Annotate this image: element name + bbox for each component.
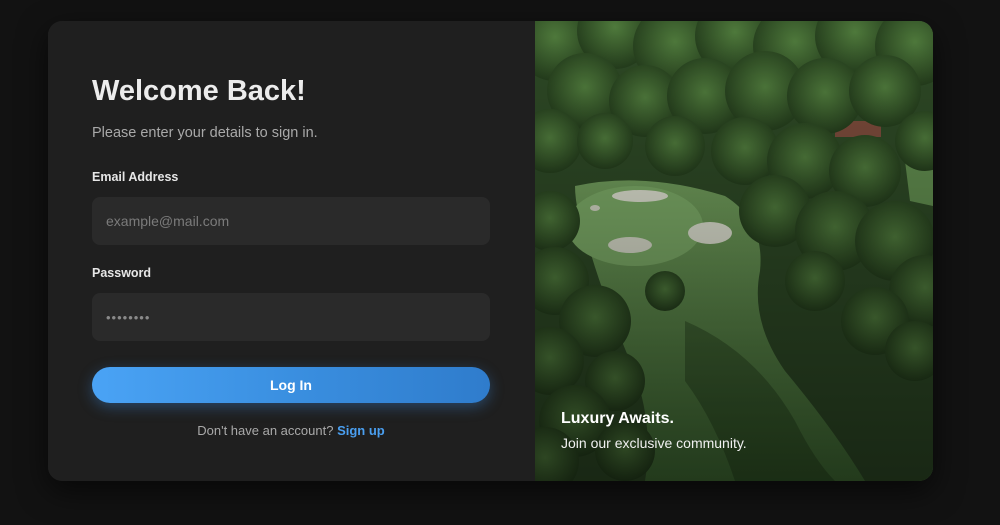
login-panel: Welcome Back! Please enter your details … <box>48 21 535 481</box>
signup-prompt: Don't have an account? <box>197 423 334 438</box>
signup-link[interactable]: Sign up <box>337 423 385 438</box>
password-value: •••••••• <box>106 309 151 325</box>
email-label: Email Address <box>92 170 179 184</box>
hero-subtitle: Join our exclusive community. <box>561 435 747 451</box>
hero-caption: Luxury Awaits. Join our exclusive commun… <box>561 409 747 453</box>
page-title: Welcome Back! <box>92 75 306 107</box>
email-field[interactable] <box>92 197 490 245</box>
page-subtitle: Please enter your details to sign in. <box>92 125 318 141</box>
login-button[interactable]: Log In <box>92 367 490 403</box>
password-field[interactable]: •••••••• <box>92 293 490 341</box>
hero-image-panel: Luxury Awaits. Join our exclusive commun… <box>535 21 933 481</box>
hero-title: Luxury Awaits. <box>561 410 674 427</box>
password-label: Password <box>92 266 152 280</box>
login-card: Welcome Back! Please enter your details … <box>48 21 933 481</box>
signup-row: Don't have an account? Sign up <box>92 423 490 438</box>
